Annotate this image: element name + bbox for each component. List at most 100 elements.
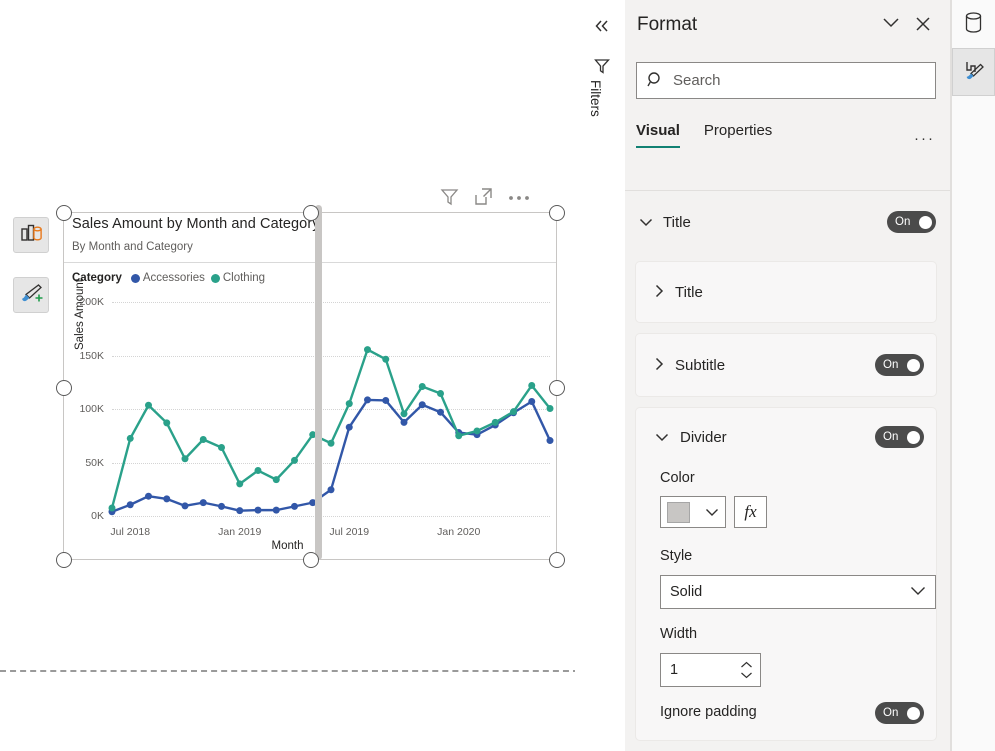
- filters-pane-collapsed[interactable]: Filters: [579, 0, 626, 751]
- format-visual-button[interactable]: [13, 277, 49, 313]
- data-point[interactable]: [126, 501, 134, 509]
- legend-item-clothing[interactable]: Clothing: [210, 272, 266, 284]
- format-pane-tabs[interactable]: Visual Properties: [636, 122, 941, 160]
- card-title[interactable]: Title: [636, 262, 936, 322]
- data-point[interactable]: [364, 346, 371, 354]
- resize-handle-middle-left[interactable]: [56, 380, 72, 396]
- chart-plot-area[interactable]: 0K 50K 100K 150K 200K Jul 2018 Jan 2019 Jul 201…: [64, 290, 556, 558]
- data-point[interactable]: [364, 396, 371, 404]
- data-point[interactable]: [400, 410, 408, 418]
- search-icon: [647, 71, 664, 91]
- data-point[interactable]: [108, 504, 116, 512]
- divider-color-conditional-formatting-button[interactable]: fx: [734, 496, 767, 528]
- data-pane-button[interactable]: [952, 0, 995, 48]
- data-point[interactable]: [163, 495, 171, 503]
- toggle-knob: [907, 358, 920, 372]
- right-icon-rail[interactable]: [951, 0, 995, 751]
- resize-handle-top-left[interactable]: [56, 205, 72, 221]
- data-point[interactable]: [382, 355, 390, 363]
- resize-handle-bottom-right[interactable]: [549, 552, 565, 568]
- data-point[interactable]: [491, 418, 499, 426]
- subtitle-toggle[interactable]: On: [875, 354, 924, 376]
- data-point[interactable]: [254, 506, 262, 514]
- data-point[interactable]: [345, 400, 353, 408]
- card-subtitle[interactable]: Subtitle On: [636, 334, 936, 396]
- section-title[interactable]: Title On: [625, 198, 950, 246]
- data-point[interactable]: [126, 434, 134, 442]
- resize-handle-middle-right[interactable]: [549, 380, 565, 396]
- filter-funnel-icon[interactable]: [594, 58, 610, 77]
- more-options-icon[interactable]: [508, 190, 530, 205]
- data-point[interactable]: [510, 408, 517, 416]
- data-point[interactable]: [418, 401, 426, 409]
- resize-handle-top-center[interactable]: [303, 205, 319, 221]
- resize-handle-bottom-center[interactable]: [303, 552, 319, 568]
- data-point[interactable]: [199, 436, 207, 443]
- data-point[interactable]: [437, 408, 444, 416]
- title-section-toggle[interactable]: On: [887, 211, 936, 233]
- expand-filters-icon[interactable]: [593, 18, 611, 37]
- data-point[interactable]: [236, 507, 244, 515]
- data-point[interactable]: [437, 389, 444, 397]
- resize-handle-top-right[interactable]: [549, 205, 565, 221]
- build-visual-icon: [20, 224, 42, 246]
- data-point[interactable]: [199, 499, 207, 507]
- data-point[interactable]: [327, 439, 335, 447]
- data-point[interactable]: [291, 456, 298, 464]
- data-point[interactable]: [546, 437, 554, 445]
- tab-visual[interactable]: Visual: [636, 122, 680, 148]
- ignore-padding-toggle[interactable]: On: [875, 702, 924, 724]
- data-point[interactable]: [546, 404, 554, 412]
- data-point[interactable]: [218, 444, 225, 452]
- data-point[interactable]: [528, 398, 536, 406]
- legend-marker-clothing: [210, 273, 220, 283]
- data-point[interactable]: [254, 467, 262, 475]
- divider-style-select[interactable]: Solid: [660, 575, 936, 609]
- data-point[interactable]: [382, 396, 390, 404]
- format-pane-scrollbar-thumb[interactable]: [315, 205, 322, 560]
- divider-width-stepper[interactable]: 1: [660, 653, 761, 687]
- format-pane-scrollbar-track[interactable]: [938, 192, 949, 751]
- divider-color-picker[interactable]: [660, 496, 726, 528]
- close-icon[interactable]: [915, 16, 931, 35]
- data-point[interactable]: [218, 502, 225, 510]
- visual-title-divider: [64, 262, 556, 263]
- divider-toggle[interactable]: On: [875, 426, 924, 448]
- data-point[interactable]: [272, 476, 280, 484]
- stepper-arrows[interactable]: [740, 661, 753, 679]
- chevron-down-icon: [705, 505, 719, 520]
- data-point[interactable]: [400, 418, 408, 426]
- search-input[interactable]: Search: [636, 62, 936, 99]
- data-point[interactable]: [473, 427, 481, 435]
- data-cylinder-icon: [963, 11, 984, 38]
- data-point[interactable]: [181, 455, 189, 463]
- chevron-down-icon[interactable]: [881, 16, 901, 32]
- data-point[interactable]: [272, 506, 280, 514]
- focus-mode-icon[interactable]: [474, 187, 493, 209]
- ignore-padding-label: Ignore padding: [660, 704, 757, 720]
- toggle-knob: [907, 430, 920, 444]
- legend-item-accessories[interactable]: Accessories: [130, 272, 205, 284]
- data-point[interactable]: [163, 419, 171, 427]
- data-point[interactable]: [145, 492, 152, 500]
- data-point[interactable]: [291, 502, 298, 510]
- tab-properties[interactable]: Properties: [704, 122, 772, 146]
- chart-legend[interactable]: Category Accessories Clothing: [72, 272, 265, 284]
- format-pane[interactable]: Format Search Visual Properties ··· Titl…: [625, 0, 951, 751]
- data-point[interactable]: [145, 401, 152, 409]
- format-more-options-icon[interactable]: ···: [914, 130, 935, 147]
- data-point[interactable]: [345, 423, 353, 431]
- filter-funnel-icon[interactable]: [440, 187, 459, 209]
- legend-label-clothing: Clothing: [222, 272, 266, 284]
- data-point[interactable]: [181, 502, 189, 510]
- data-point[interactable]: [528, 381, 536, 389]
- data-point[interactable]: [418, 383, 426, 391]
- card-divider[interactable]: Divider On Color fx Style Solid Width 1 …: [636, 408, 936, 740]
- data-point[interactable]: [327, 486, 335, 494]
- report-canvas[interactable]: Sales Amount by Month and Category By Mo…: [0, 0, 575, 751]
- format-pane-button[interactable]: [952, 48, 995, 96]
- data-point[interactable]: [236, 480, 244, 488]
- resize-handle-bottom-left[interactable]: [56, 552, 72, 568]
- build-visual-button[interactable]: [13, 217, 49, 253]
- data-point[interactable]: [455, 432, 463, 440]
